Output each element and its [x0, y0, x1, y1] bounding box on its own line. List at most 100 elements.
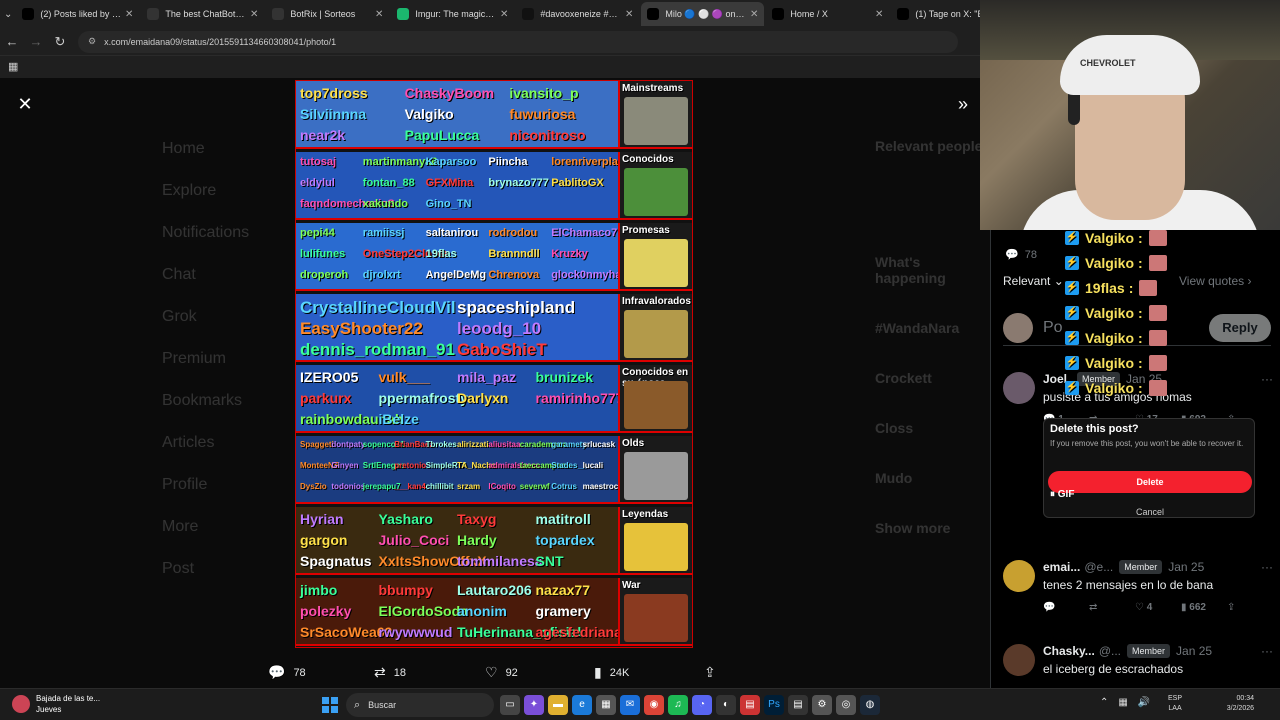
iceberg-tier: tutosaj martinmanya6 Kaparsoo Piincha lorenr… — [296, 152, 692, 220]
relevant-sort-dropdown[interactable]: Relevant ⌄ — [1003, 274, 1064, 288]
tier-names: CrystallineCloudVil spaceshipland EasyShoo… — [296, 294, 618, 360]
reply-comment[interactable]: Chasky... @... Member Jan 25 ··· el iceberg d… — [1003, 644, 1273, 676]
chrome-icon[interactable]: ◉ — [644, 695, 664, 715]
photoshop-icon[interactable]: Ps — [764, 695, 784, 715]
browser-tab[interactable]: The best ChatBot and ✕ — [141, 2, 264, 26]
background-nav-item: Post — [162, 560, 195, 577]
tab-close-icon[interactable]: ✕ — [750, 9, 758, 20]
edge-icon[interactable]: e — [572, 695, 592, 715]
tier-username: niconitroso — [509, 127, 586, 143]
comment-author[interactable]: Joel — [1043, 372, 1067, 386]
expand-panel-icon[interactable]: » — [952, 94, 974, 116]
more-icon[interactable]: ··· — [1261, 372, 1273, 386]
reply-action[interactable]: 💬 78 — [268, 664, 306, 681]
copilot-icon[interactable]: ✦ — [524, 695, 544, 715]
language-indicator[interactable]: ESP LAA — [1168, 694, 1182, 714]
tab-close-icon[interactable]: ✕ — [875, 9, 883, 20]
chat-badge-icon: ⚡ — [1065, 305, 1079, 320]
reply-button[interactable]: Reply — [1209, 313, 1271, 342]
background-nav-item: More — [162, 518, 199, 535]
repost-action[interactable]: ⇄ 18 — [374, 664, 406, 681]
browser-tab[interactable]: #davooxeneize #Viral ✕ — [516, 2, 639, 26]
obs-icon[interactable]: ◐ — [716, 695, 736, 715]
tier-names: IZERO05 vulk___ mila_paz brunizek parkurx ppe… — [296, 365, 618, 431]
apps-grid-icon[interactable]: ▦ — [8, 60, 18, 73]
avatar[interactable] — [1003, 560, 1035, 592]
taskbar-search[interactable]: ⌕ Buscar — [346, 693, 494, 717]
volume-icon[interactable]: 🔊 — [1138, 697, 1150, 708]
tab-title: BotRix | Sorteos — [290, 9, 356, 19]
like-action[interactable]: ♡ 92 — [485, 664, 518, 681]
clock[interactable]: 00:34 3/2/2026 — [1214, 694, 1254, 714]
tier-username: Brannndll — [488, 248, 540, 260]
close-icon[interactable]: ✕ — [14, 94, 36, 116]
view-quotes-link[interactable]: View quotes › — [1179, 274, 1252, 288]
file-explorer-icon[interactable]: ▬ — [548, 695, 568, 715]
delete-button[interactable]: Delete — [1048, 471, 1252, 493]
tab-close-icon[interactable]: ✕ — [500, 9, 508, 20]
reply-comment[interactable]: emai... @e... Member Jan 25 ··· tenes 2 mensa… — [1003, 560, 1273, 613]
avatar[interactable] — [1003, 644, 1035, 676]
gif-indicator[interactable]: ⏸ GIF — [1050, 489, 1074, 500]
search-label: Buscar — [368, 700, 397, 710]
comment-views-stat[interactable]: ▮ 662 — [1181, 602, 1227, 613]
chevron-right-icon: › — [1247, 274, 1252, 288]
panel-reply-stat[interactable]: 💬 78 — [1005, 248, 1037, 262]
reload-icon[interactable]: ↻ — [48, 34, 72, 50]
steam-icon[interactable]: ◍ — [860, 695, 880, 715]
app-icon[interactable]: ◎ — [836, 695, 856, 715]
browser-tab[interactable]: Imgur: The magic of t ✕ — [391, 2, 514, 26]
mail-icon[interactable]: ✉ — [620, 695, 640, 715]
chat-username: Valgiko — [1085, 329, 1135, 346]
store-icon[interactable]: ▦ — [596, 695, 616, 715]
site-info-icon[interactable]: ⚙ — [88, 36, 96, 47]
tier-picture — [624, 239, 688, 287]
more-icon[interactable]: ··· — [1261, 644, 1273, 658]
chevron-up-icon[interactable]: ⌃ — [1100, 697, 1108, 708]
comment-reply-stat[interactable]: 💬 — [1043, 602, 1089, 613]
browser-tab[interactable]: BotRix | Sorteos ✕ — [266, 2, 389, 26]
comment-author[interactable]: emai... — [1043, 560, 1080, 574]
tab-close-icon[interactable]: ✕ — [250, 9, 258, 20]
views-count: 662 — [1189, 602, 1206, 613]
iceberg-tier: Spaggeti dontpaty sopenco21 BrianBaez Tbroke… — [296, 436, 692, 504]
browser-tab[interactable]: Home / X ✕ — [766, 2, 889, 26]
back-icon[interactable]: ← — [0, 34, 24, 49]
tier-username: mila_paz — [457, 369, 517, 385]
tab-close-icon[interactable]: ✕ — [375, 9, 383, 20]
tier-picture — [624, 381, 688, 429]
comment-repost-stat[interactable]: ⇄ — [1089, 602, 1135, 613]
tab-search-menu-icon[interactable]: ⌄ — [4, 3, 12, 25]
tier-username: Julio_Coci — [378, 532, 450, 548]
tier-username: Tbrokes — [425, 440, 457, 449]
iceberg-image[interactable]: top7dross ChaskyBoom ivansito_p Silviinnna V… — [295, 80, 693, 648]
tier-username: nazax77 — [535, 582, 590, 598]
start-icon[interactable] — [322, 697, 338, 713]
network-icon[interactable]: ▦ — [1118, 697, 1127, 708]
tier-username: ElChamaco7 — [551, 227, 618, 239]
comment-author[interactable]: Chasky... — [1043, 644, 1095, 658]
more-icon[interactable]: ··· — [1261, 560, 1273, 574]
cancel-button[interactable]: Cancel — [1048, 507, 1252, 517]
forward-icon[interactable]: → — [24, 34, 48, 49]
task-view-icon[interactable]: ▭ — [500, 695, 520, 715]
comment-handle: @... — [1098, 644, 1121, 658]
settings-icon[interactable]: ⚙ — [812, 695, 832, 715]
comment-like-stat[interactable]: ♡ 4 — [1135, 602, 1181, 613]
browser-tab[interactable]: (2) Posts liked by ban ✕ — [16, 2, 139, 26]
avatar[interactable] — [1003, 372, 1035, 404]
url-field[interactable]: ⚙ x.com/emaidana09/status/20155911346603… — [78, 30, 958, 53]
spotify-icon[interactable]: ♫ — [668, 695, 688, 715]
discord-icon[interactable]: ◔ — [692, 695, 712, 715]
tab-close-icon[interactable]: ✕ — [125, 9, 133, 20]
browser-tab[interactable]: Milo 🔵 ⚪ 🟣 on X: " ✕ — [641, 2, 765, 26]
share-action[interactable]: ⇪ — [704, 664, 724, 681]
chat-separator: : — [1138, 304, 1143, 321]
tab-close-icon[interactable]: ✕ — [625, 9, 633, 20]
tier-username: jimbo — [300, 582, 338, 598]
views-action[interactable]: ▮ 24K — [594, 664, 629, 681]
app-icon[interactable]: ▤ — [740, 695, 760, 715]
weather-widget[interactable]: Bajada de las te... Jueves — [12, 693, 100, 715]
notepad-icon[interactable]: ▤ — [788, 695, 808, 715]
share-icon[interactable]: ⇪ — [1227, 602, 1273, 613]
